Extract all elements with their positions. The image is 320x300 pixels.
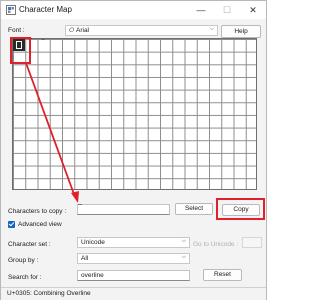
search-field[interactable]: overline	[77, 270, 190, 281]
go-to-unicode-label: Go to Unicode :	[193, 241, 239, 248]
search-value: overline	[81, 272, 104, 279]
group-by-dropdown[interactable]: All ⌵	[77, 253, 190, 264]
go-to-unicode-field[interactable]	[242, 237, 262, 248]
advanced-view-checkbox[interactable]	[8, 221, 15, 228]
chevron-down-icon: ⌵	[181, 254, 186, 260]
advanced-view-label: Advanced view	[18, 221, 62, 228]
highlight-box-copy	[216, 198, 265, 220]
group-by-value: All	[81, 255, 89, 262]
status-bar: U+0305: Combining Overline	[1, 287, 266, 300]
select-button[interactable]: Select	[175, 203, 213, 215]
search-for-label: Search for :	[8, 274, 42, 281]
characters-to-copy-field[interactable]: ̅	[77, 204, 170, 215]
reset-button[interactable]: Reset	[203, 269, 242, 281]
characters-to-copy-label: Characters to copy :	[8, 208, 67, 215]
character-map-window: Character Map — ☐ ✕ Font : O Arial ⌵ Hel…	[0, 0, 267, 300]
status-text: U+0305: Combining Overline	[7, 290, 91, 297]
character-set-label: Character set :	[8, 241, 51, 248]
character-set-dropdown[interactable]: Unicode ⌵	[77, 237, 190, 248]
group-by-label: Group by :	[8, 257, 39, 264]
chevron-down-icon: ⌵	[181, 238, 186, 244]
character-set-value: Unicode	[81, 239, 105, 246]
